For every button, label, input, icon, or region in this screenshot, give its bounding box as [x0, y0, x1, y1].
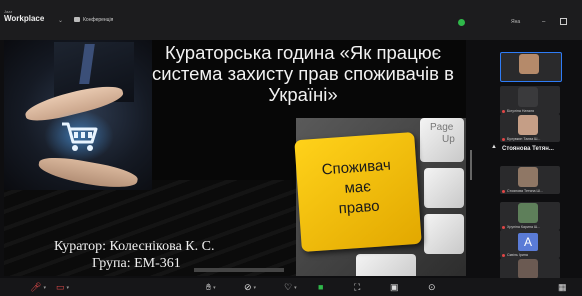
more-icon[interactable]: ⊙ [428, 281, 436, 293]
participant-name: Білуліна Наталя [502, 109, 534, 113]
shopping-cart-icon [62, 122, 98, 151]
mic-muted-icon [502, 225, 505, 229]
curator-text: Куратор: Колеснікова К. С. [54, 239, 215, 254]
key-page-up: Page Up [420, 118, 464, 162]
call-toolbar: 🎤︎ ▾ ▭ ▾ ✋︎ ▾ ⊘ ▾ ♡ ▾ ■ ⛶ ▣ ⊙ ▦ [0, 278, 582, 296]
participant-tile[interactable]: Білуліна Наталя [500, 86, 560, 114]
slide-title: Кураторська година «Як працює система за… [152, 42, 454, 105]
camera-off-icon[interactable]: ▭ ▾ [56, 281, 69, 293]
group-text: Група: ЕМ-361 [92, 256, 181, 271]
security-shield-icon[interactable] [458, 19, 465, 26]
mic-muted-icon [502, 189, 505, 193]
key-page-label: Page [430, 122, 454, 133]
participant-name: Хрупіна Карина Ш... [502, 225, 540, 229]
title-bar: Jazz Workplace ⌄ Конференція Яна – [0, 0, 582, 40]
featured-participant-name: Стоянова Тетян... [502, 146, 554, 152]
participant-name: Сквіль Ірина [502, 253, 528, 257]
protection-image [4, 40, 152, 193]
avatar-letter: A [518, 233, 538, 251]
conference-icon [74, 17, 80, 23]
key-up-label: Up [442, 134, 455, 145]
avatar [519, 54, 539, 74]
participant-tile[interactable]: Хрупіна Карина Ш... [500, 202, 560, 230]
screen-share-active-icon[interactable]: ■ [318, 281, 323, 293]
participant-tile[interactable] [500, 52, 562, 82]
fullscreen-icon[interactable]: ⛶ [354, 281, 360, 293]
user-menu[interactable]: Яна [511, 19, 520, 25]
minimize-button[interactable]: – [542, 19, 545, 25]
key-blank [424, 214, 464, 254]
consumer-key: Споживач має право [294, 131, 422, 253]
conference-tab[interactable]: Конференція [74, 17, 113, 23]
key-blank [356, 254, 416, 276]
share-icon[interactable]: ⊘ ▾ [244, 281, 256, 293]
participant-name: Булувкин Таєва Ш... [502, 137, 540, 141]
key-blank [424, 168, 464, 208]
grid-view-icon[interactable]: ▦ [558, 281, 567, 293]
avatar [518, 167, 538, 187]
slide-scrollbar[interactable] [194, 268, 284, 272]
app-logo: Jazz Workplace [4, 10, 44, 23]
avatar [518, 203, 538, 223]
avatar [518, 259, 538, 279]
mic-muted-icon [502, 253, 505, 257]
maximize-button[interactable] [560, 18, 567, 25]
shared-screen: Кураторська година «Як працює система за… [4, 40, 466, 276]
avatar [518, 87, 538, 107]
chevron-down-icon[interactable]: ⌄ [58, 17, 63, 24]
mouse-cursor-icon: ▲ [491, 144, 497, 150]
consumer-key-line1: Споживач [321, 156, 392, 179]
participant-tile[interactable]: Булувкин Таєва Ш... [500, 114, 560, 142]
mic-muted-icon [502, 109, 505, 113]
hand-icon[interactable]: ✋︎ ▾ [206, 281, 216, 293]
slide-caption: Куратор: Колеснікова К. С. Група: ЕМ-361 [54, 238, 214, 272]
conference-label: Конференція [83, 17, 114, 23]
chat-icon[interactable]: ♡ ▾ [284, 281, 297, 293]
consumer-key-line3: право [338, 197, 381, 218]
microphone-off-icon[interactable]: 🎤︎ ▾ [30, 281, 46, 293]
avatar [518, 115, 538, 135]
keyboard-image: Page Up Споживач має право [294, 118, 466, 276]
participants-icon[interactable]: ▣ [390, 281, 399, 293]
participant-name: Стоянова Тетяна Ш... [502, 189, 543, 193]
participant-tile[interactable]: Стоянова Тетяна Ш... [500, 166, 560, 194]
panel-resize-handle[interactable] [470, 150, 472, 180]
brand-name: Workplace [4, 14, 45, 23]
participant-tile[interactable]: A Сквіль Ірина [500, 230, 560, 258]
consumer-key-line2: має [343, 178, 372, 197]
mic-muted-icon [502, 137, 505, 141]
participants-panel[interactable]: Білуліна Наталя Булувкин Таєва Ш... Стоя… [498, 52, 562, 288]
